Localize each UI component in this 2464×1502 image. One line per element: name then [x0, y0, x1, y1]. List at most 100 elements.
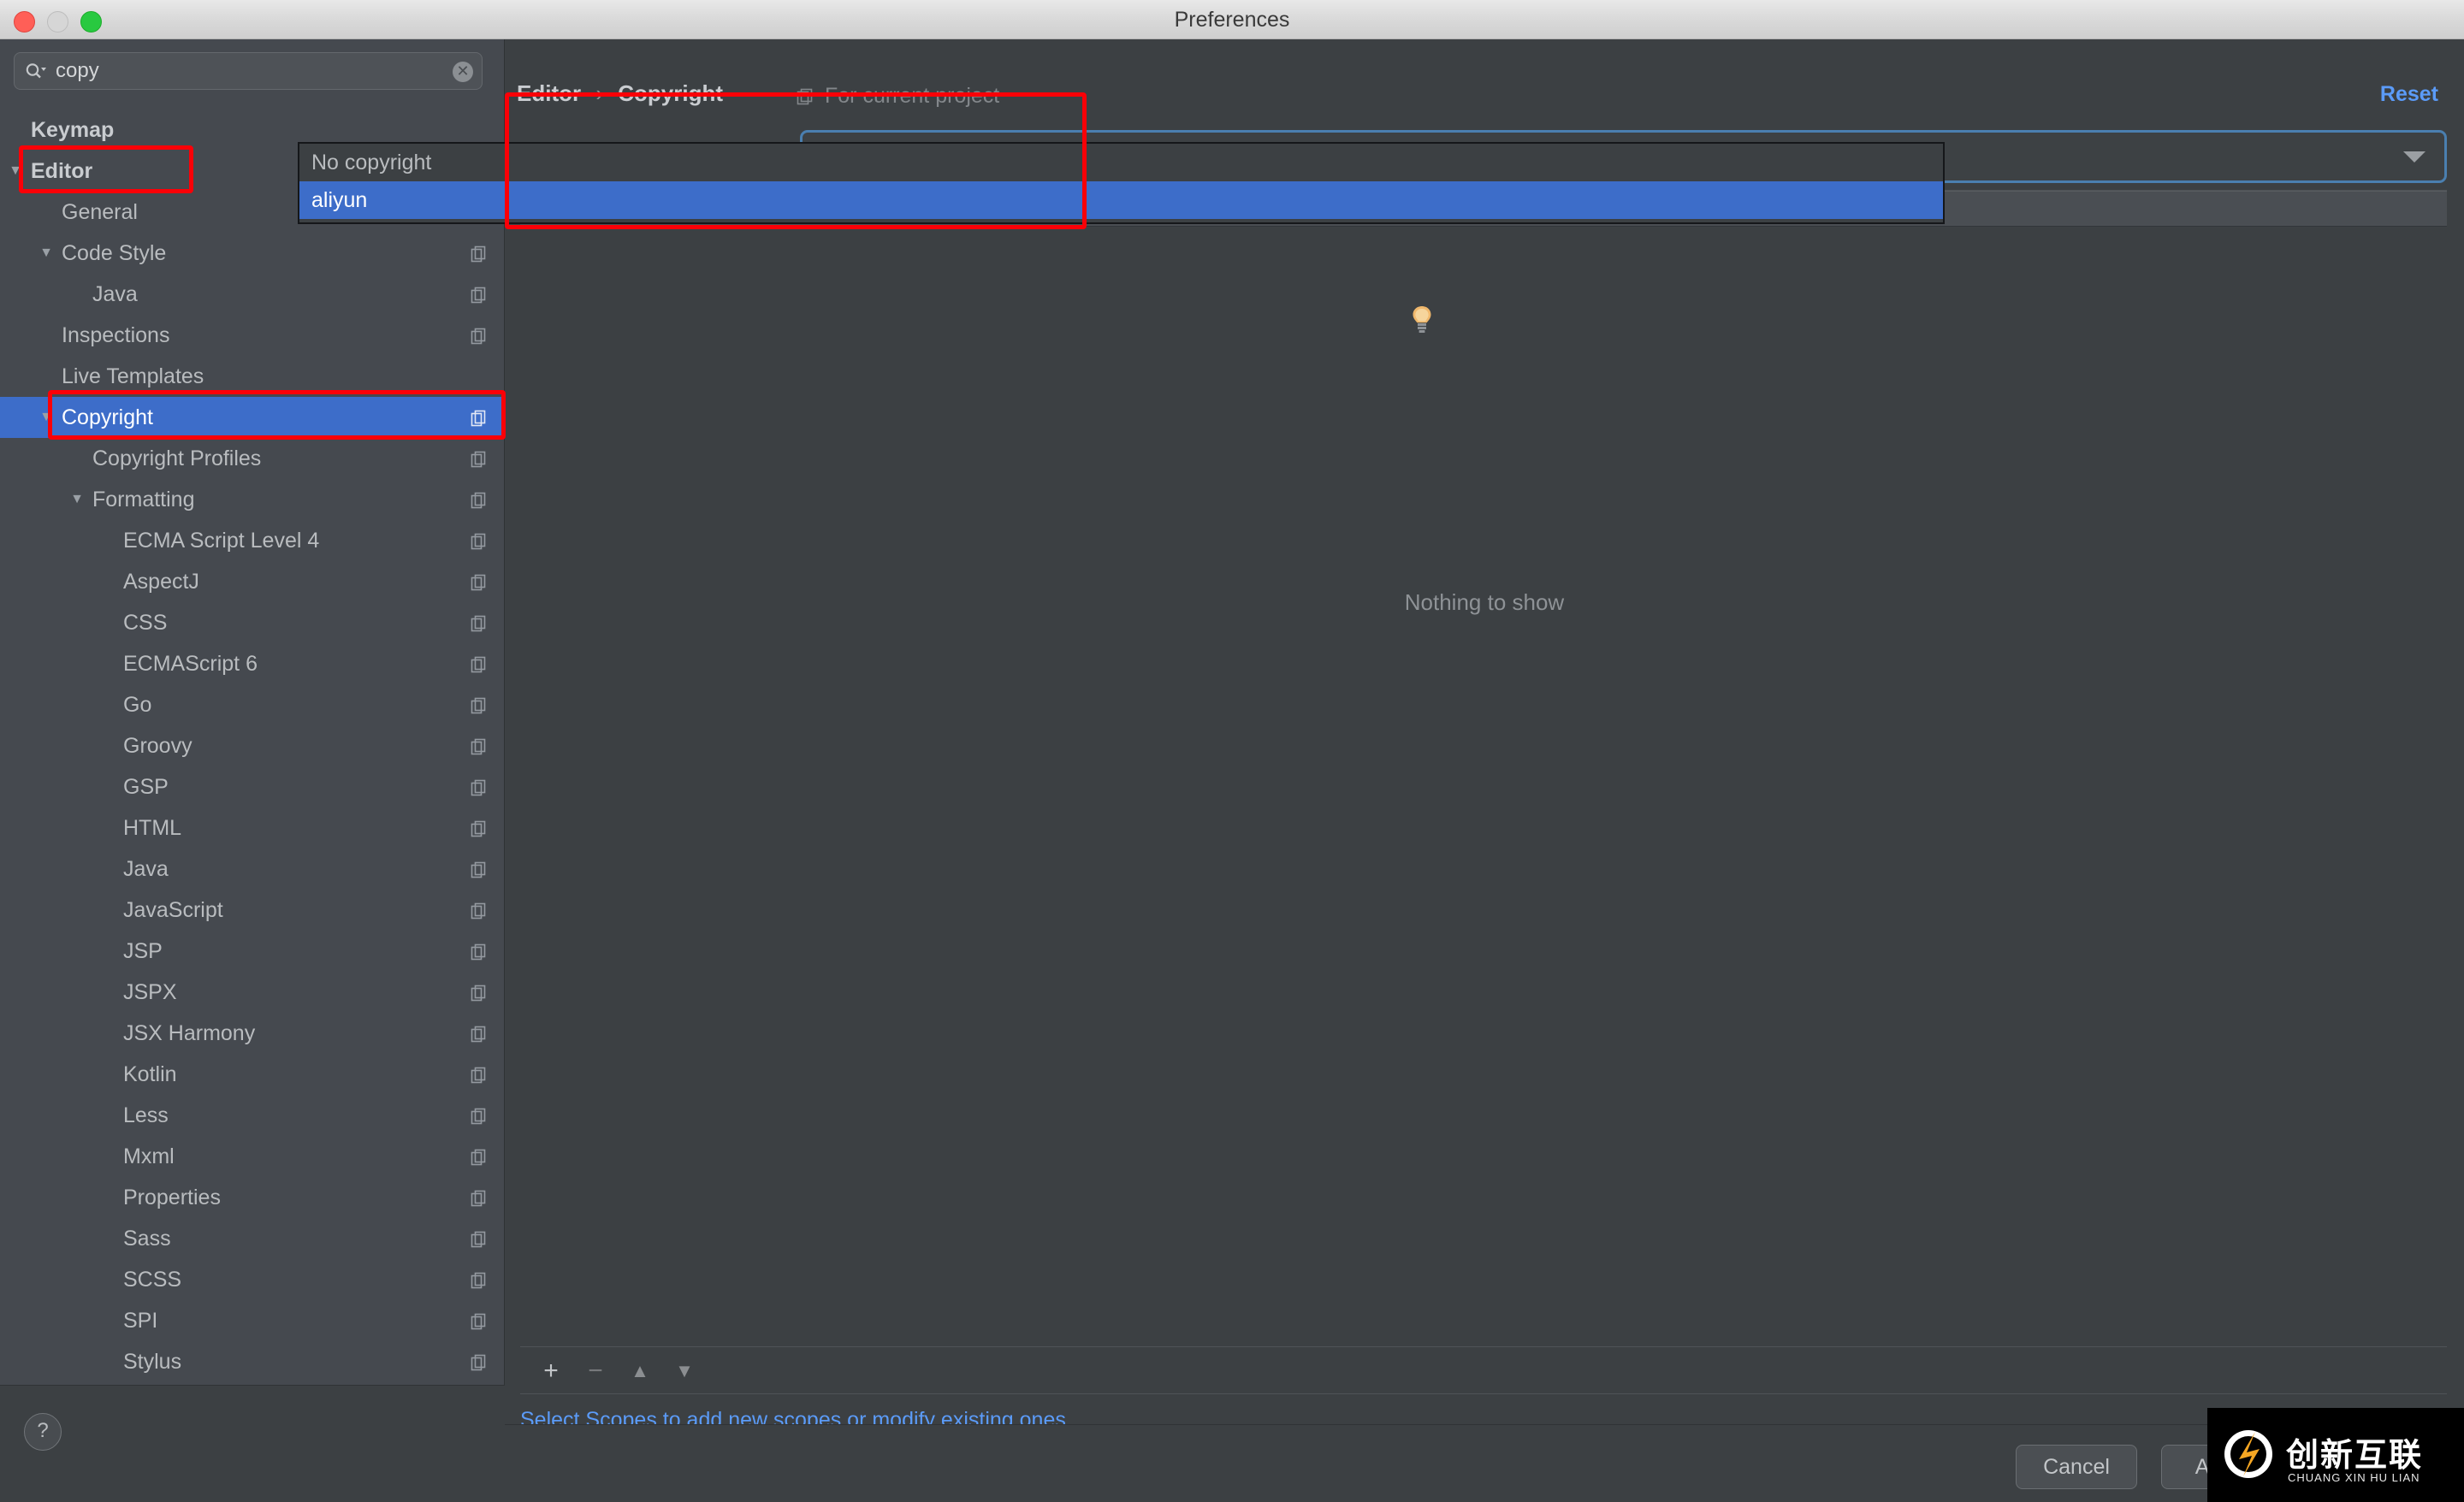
sidebar-item-copyright-profiles[interactable]: Copyright Profiles	[0, 438, 503, 479]
sidebar-item-label: Copyright Profiles	[92, 446, 262, 470]
empty-state-text: Nothing to show	[1404, 589, 1565, 615]
sidebar-item-scss[interactable]: SCSS	[0, 1259, 503, 1300]
copy-icon	[471, 902, 486, 920]
move-down-button: ▼	[675, 1360, 694, 1381]
sidebar-item-html[interactable]: HTML	[0, 807, 503, 849]
scope-note-label: For current project	[825, 84, 1000, 108]
copy-icon	[471, 656, 486, 673]
settings-sidebar: copy ✕ Keymap ▼ Editor General ▼ Code Style Ja…	[0, 39, 505, 1424]
sidebar-item-less[interactable]: Less	[0, 1095, 503, 1136]
sidebar-item-label: Kotlin	[123, 1062, 177, 1086]
sidebar-item-javascript[interactable]: JavaScript	[0, 890, 503, 931]
copy-icon	[471, 1026, 486, 1043]
breadcrumb: Editor › Copyright	[517, 80, 723, 107]
search-icon	[26, 63, 46, 79]
sidebar-item-label: SCSS	[123, 1268, 182, 1292]
scopes-toolbar: + − ▲ ▼	[520, 1346, 2447, 1394]
sidebar-item-label: Sass	[123, 1227, 171, 1251]
dropdown-option[interactable]: aliyun	[299, 181, 1943, 219]
twisty-expanded-icon[interactable]: ▼	[36, 233, 56, 274]
cancel-button[interactable]: Cancel	[2016, 1445, 2137, 1489]
breadcrumb-root[interactable]: Editor	[517, 80, 581, 106]
sidebar-item-label: JSP	[123, 939, 163, 963]
chevron-down-icon[interactable]	[2403, 151, 2426, 163]
clear-search-icon[interactable]: ✕	[453, 62, 473, 82]
search-input-value[interactable]: copy	[56, 53, 99, 89]
sidebar-item-label: ECMA Script Level 4	[123, 529, 320, 553]
sidebar-item-aspectj[interactable]: AspectJ	[0, 561, 503, 602]
sidebar-item-label: AspectJ	[123, 570, 199, 594]
twisty-expanded-icon[interactable]: ▼	[5, 151, 26, 192]
sidebar-item-ecmascript-6[interactable]: ECMAScript 6	[0, 643, 503, 684]
dialog-footer: Cancel Apply OK	[505, 1424, 2464, 1502]
window-title-bar: Preferences	[0, 0, 2464, 39]
copy-icon	[471, 451, 486, 468]
sidebar-item-mxml[interactable]: Mxml	[0, 1136, 503, 1177]
copy-icon	[471, 492, 486, 509]
sidebar-item-label: Formatting	[92, 488, 195, 512]
sidebar-item-groovy[interactable]: Groovy	[0, 725, 503, 766]
sidebar-item-inspections[interactable]: Inspections	[0, 315, 503, 356]
copy-icon	[471, 738, 486, 755]
copy-icon	[471, 410, 486, 427]
sidebar-item-sass[interactable]: Sass	[0, 1218, 503, 1259]
sidebar-item-formatting[interactable]: ▼ Formatting	[0, 479, 503, 520]
sidebar-item-label: Properties	[123, 1186, 221, 1209]
watermark-en-text: CHUANG XIN HU LIAN	[2288, 1471, 2420, 1484]
sidebar-item-java[interactable]: Java	[0, 274, 503, 315]
copy-icon	[797, 88, 813, 105]
sidebar-item-label: Java	[123, 857, 169, 881]
sidebar-item-jsp[interactable]: JSP	[0, 931, 503, 972]
sidebar-item-kotlin[interactable]: Kotlin	[0, 1054, 503, 1095]
copy-icon	[471, 1313, 486, 1330]
sidebar-item-properties[interactable]: Properties	[0, 1177, 503, 1218]
copy-icon	[471, 533, 486, 550]
sidebar-item-label: GSP	[123, 775, 169, 799]
reset-link[interactable]: Reset	[2380, 82, 2438, 107]
search-field[interactable]: copy ✕	[14, 52, 483, 90]
add-scope-button[interactable]: +	[532, 1347, 570, 1395]
copy-icon	[471, 615, 486, 632]
copy-icon	[471, 820, 486, 837]
sidebar-item-css[interactable]: CSS	[0, 602, 503, 643]
sidebar-item-label: JavaScript	[123, 898, 223, 922]
sidebar-item-go[interactable]: Go	[0, 684, 503, 725]
sidebar-item-stylus[interactable]: Stylus	[0, 1341, 503, 1382]
scope-note: For current project	[796, 84, 999, 109]
help-button[interactable]: ?	[24, 1413, 62, 1451]
sidebar-item-label: Groovy	[123, 734, 192, 758]
twisty-expanded-icon[interactable]: ▼	[67, 479, 87, 520]
copy-icon	[471, 287, 486, 304]
sidebar-item-label: Go	[123, 693, 152, 717]
sidebar-item-label: JSPX	[123, 980, 177, 1004]
sidebar-item-spi[interactable]: SPI	[0, 1300, 503, 1341]
settings-tree[interactable]: Keymap ▼ Editor General ▼ Code Style Java Inspe…	[0, 109, 503, 1423]
sidebar-item-jspx[interactable]: JSPX	[0, 972, 503, 1013]
sidebar-item-label: SPI	[123, 1309, 158, 1333]
copy-icon	[471, 985, 486, 1002]
watermark-cn-text: 创新互联	[2286, 1436, 2424, 1474]
sidebar-item-label: JSX Harmony	[123, 1021, 256, 1045]
sidebar-item-label: Stylus	[123, 1350, 182, 1374]
sidebar-item-label: General	[62, 200, 138, 224]
copy-icon	[471, 1354, 486, 1371]
copy-icon	[471, 1149, 486, 1166]
sidebar-item-ecma-script-level-4[interactable]: ECMA Script Level 4	[0, 520, 503, 561]
watermark-logo-icon	[2224, 1430, 2272, 1478]
sidebar-item-jsx-harmony[interactable]: JSX Harmony	[0, 1013, 503, 1054]
sidebar-item-gsp[interactable]: GSP	[0, 766, 503, 807]
copy-icon	[471, 245, 486, 263]
sidebar-item-copyright[interactable]: ▼ Copyright	[0, 397, 503, 438]
twisty-expanded-icon[interactable]: ▼	[36, 397, 56, 438]
copy-icon	[471, 1190, 486, 1207]
copy-icon	[471, 574, 486, 591]
watermark-overlay: 创新互联 CHUANG XIN HU LIAN	[2207, 1408, 2464, 1502]
sidebar-item-live-templates[interactable]: Live Templates	[0, 356, 503, 397]
sidebar-item-label: HTML	[123, 816, 182, 840]
copy-icon	[471, 1231, 486, 1248]
sidebar-item-java[interactable]: Java	[0, 849, 503, 890]
breadcrumb-current: Copyright	[618, 80, 724, 106]
default-copyright-dropdown-list[interactable]: No copyright aliyun	[298, 142, 1945, 224]
sidebar-item-code-style[interactable]: ▼ Code Style	[0, 233, 503, 274]
dropdown-option[interactable]: No copyright	[299, 144, 1943, 181]
